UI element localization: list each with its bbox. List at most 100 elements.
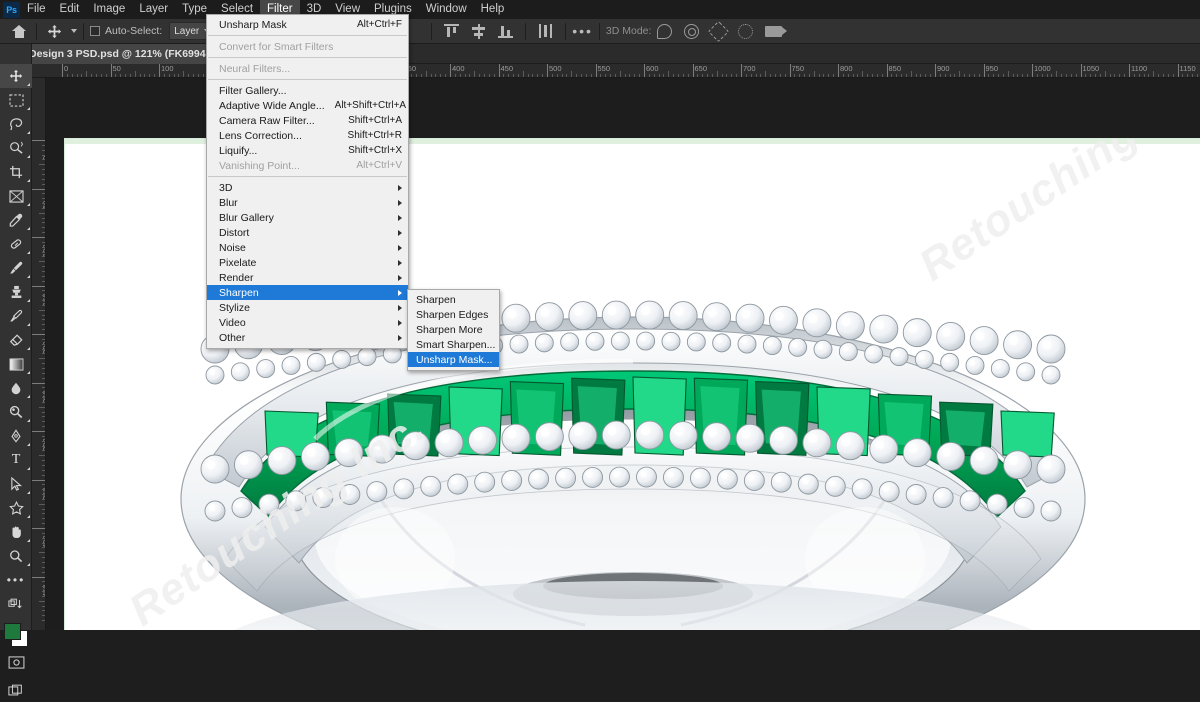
quick-mask-button[interactable] <box>0 650 32 674</box>
sharpen-item-sharpen-edges[interactable]: Sharpen Edges <box>408 307 499 322</box>
ruler-minor-tick <box>576 74 577 77</box>
filter-menu-item-unsharp-mask[interactable]: Unsharp MaskAlt+Ctrl+F <box>207 17 408 32</box>
object-selection-tool[interactable] <box>0 136 32 160</box>
sharpen-item-smart-sharpen[interactable]: Smart Sharpen... <box>408 337 499 352</box>
menu-item-label: Unsharp Mask <box>219 19 347 31</box>
align-vertical-centers-icon[interactable] <box>471 24 486 38</box>
ruler-minor-tick <box>717 71 718 77</box>
screen-mode-button[interactable] <box>0 678 32 702</box>
frame-tool[interactable] <box>0 184 32 208</box>
spot-healing-brush-tool[interactable] <box>0 232 32 256</box>
menu-window[interactable]: Window <box>419 0 474 19</box>
sharpen-submenu[interactable]: SharpenSharpen EdgesSharpen MoreSmart Sh… <box>407 289 500 371</box>
more-options-icon[interactable]: ••• <box>572 26 593 36</box>
shape-tool[interactable] <box>0 496 32 520</box>
filter-menu-item-adaptive-wide-angle[interactable]: Adaptive Wide Angle...Alt+Shift+Ctrl+A <box>207 98 408 113</box>
menu-edit[interactable]: Edit <box>53 0 87 19</box>
home-button[interactable] <box>8 21 30 42</box>
blur-tool[interactable] <box>0 376 32 400</box>
ruler-label: 100 <box>161 65 174 73</box>
auto-select-checkbox[interactable]: Auto-Select: <box>90 25 162 37</box>
roll-3d-object-icon[interactable] <box>684 24 699 39</box>
diamond-stone <box>257 360 275 378</box>
diamond-sparkle <box>667 471 673 477</box>
filter-menu[interactable]: Unsharp MaskAlt+Ctrl+FConvert for Smart … <box>206 14 409 349</box>
diamond-stone <box>890 348 908 366</box>
sharpen-item-sharpen-more[interactable]: Sharpen More <box>408 322 499 337</box>
lasso-tool[interactable] <box>0 112 32 136</box>
diamond-sparkle <box>209 369 215 375</box>
ruler-minor-tick <box>794 74 795 77</box>
ruler-minor-tick-v <box>42 232 45 233</box>
edit-toolbar-button[interactable]: ••• <box>0 568 32 592</box>
align-bottom-edges-icon[interactable] <box>498 24 513 38</box>
ruler-minor-tick <box>581 74 582 77</box>
filter-menu-item-3d[interactable]: 3D <box>207 180 408 195</box>
clone-stamp-tool[interactable] <box>0 280 32 304</box>
filter-menu-item-blur-gallery[interactable]: Blur Gallery <box>207 210 408 225</box>
filter-menu-item-pixelate[interactable]: Pixelate <box>207 255 408 270</box>
ruler-minor-tick-v <box>42 586 45 587</box>
distribute-icon[interactable] <box>538 24 553 38</box>
align-top-edges-icon[interactable] <box>444 24 459 38</box>
move-tool[interactable] <box>0 64 32 88</box>
ruler-minor-tick <box>1110 74 1111 77</box>
gradient-tool[interactable] <box>0 352 32 376</box>
ruler-minor-tick-v <box>42 281 45 282</box>
diamond-sparkle <box>240 456 249 465</box>
eraser-tool[interactable] <box>0 328 32 352</box>
rotate-3d-object-icon[interactable] <box>657 24 672 39</box>
diamond-stone <box>502 470 522 490</box>
diamond-stone <box>870 315 898 343</box>
menu-help[interactable]: Help <box>474 0 512 19</box>
filter-menu-item-filter-gallery[interactable]: Filter Gallery... <box>207 83 408 98</box>
filter-menu-item-render[interactable]: Render <box>207 270 408 285</box>
type-tool[interactable]: T <box>0 448 32 472</box>
sharpen-item-sharpen[interactable]: Sharpen <box>408 292 499 307</box>
diamond-stone <box>987 494 1007 514</box>
ruler-minor-tick-v <box>42 179 45 180</box>
sharpen-item-unsharp-mask[interactable]: Unsharp Mask... <box>408 352 499 367</box>
ruler-minor-tick <box>823 74 824 77</box>
filter-menu-item-stylize[interactable]: Stylize <box>207 300 408 315</box>
dodge-tool[interactable] <box>0 400 32 424</box>
color-swatches[interactable] <box>0 620 32 650</box>
path-selection-tool[interactable] <box>0 472 32 496</box>
crop-tool[interactable] <box>0 160 32 184</box>
diamond-sparkle <box>942 328 951 337</box>
filter-menu-item-lens-correction[interactable]: Lens Correction...Shift+Ctrl+R <box>207 128 408 143</box>
ruler-minor-tick <box>974 74 975 77</box>
filter-menu-item-other[interactable]: Other <box>207 330 408 345</box>
filter-menu-item-liquify[interactable]: Liquify...Shift+Ctrl+X <box>207 143 408 158</box>
filter-menu-item-video[interactable]: Video <box>207 315 408 330</box>
zoom-tool[interactable] <box>0 544 32 568</box>
camera-3d-icon[interactable] <box>765 26 782 37</box>
filter-menu-item-noise[interactable]: Noise <box>207 240 408 255</box>
foreground-color-swatch[interactable] <box>4 623 21 640</box>
history-brush-tool[interactable] <box>0 304 32 328</box>
document-tab[interactable]: Design 3 PSD.psd @ 121% (FK6994-em, <box>20 44 237 64</box>
eyedropper-tool[interactable] <box>0 208 32 232</box>
hand-tool[interactable] <box>0 520 32 544</box>
diamond-stone <box>502 304 530 332</box>
filter-menu-item-distort[interactable]: Distort <box>207 225 408 240</box>
brush-tool[interactable] <box>0 256 32 280</box>
active-tool-move[interactable] <box>43 21 66 42</box>
swap-colors-button[interactable] <box>0 592 32 616</box>
ruler-tick-v <box>32 480 45 481</box>
slide-3d-object-icon[interactable] <box>738 24 753 39</box>
filter-menu-item-camera-raw-filter[interactable]: Camera Raw Filter...Shift+Ctrl+A <box>207 113 408 128</box>
ruler-label: 950 <box>986 65 999 73</box>
filter-menu-item-sharpen[interactable]: Sharpen <box>207 285 408 300</box>
tool-preset-chevron-icon[interactable] <box>71 29 77 33</box>
ruler-minor-tick <box>1100 74 1101 77</box>
ruler-label: 550 <box>598 65 611 73</box>
menu-file[interactable]: File <box>20 0 53 19</box>
menu-image[interactable]: Image <box>86 0 132 19</box>
menu-layer[interactable]: Layer <box>132 0 175 19</box>
filter-menu-item-blur[interactable]: Blur <box>207 195 408 210</box>
rectangular-marquee-tool[interactable] <box>0 88 32 112</box>
pan-3d-object-icon[interactable] <box>708 20 729 41</box>
diamond-sparkle <box>559 472 565 478</box>
pen-tool[interactable] <box>0 424 32 448</box>
